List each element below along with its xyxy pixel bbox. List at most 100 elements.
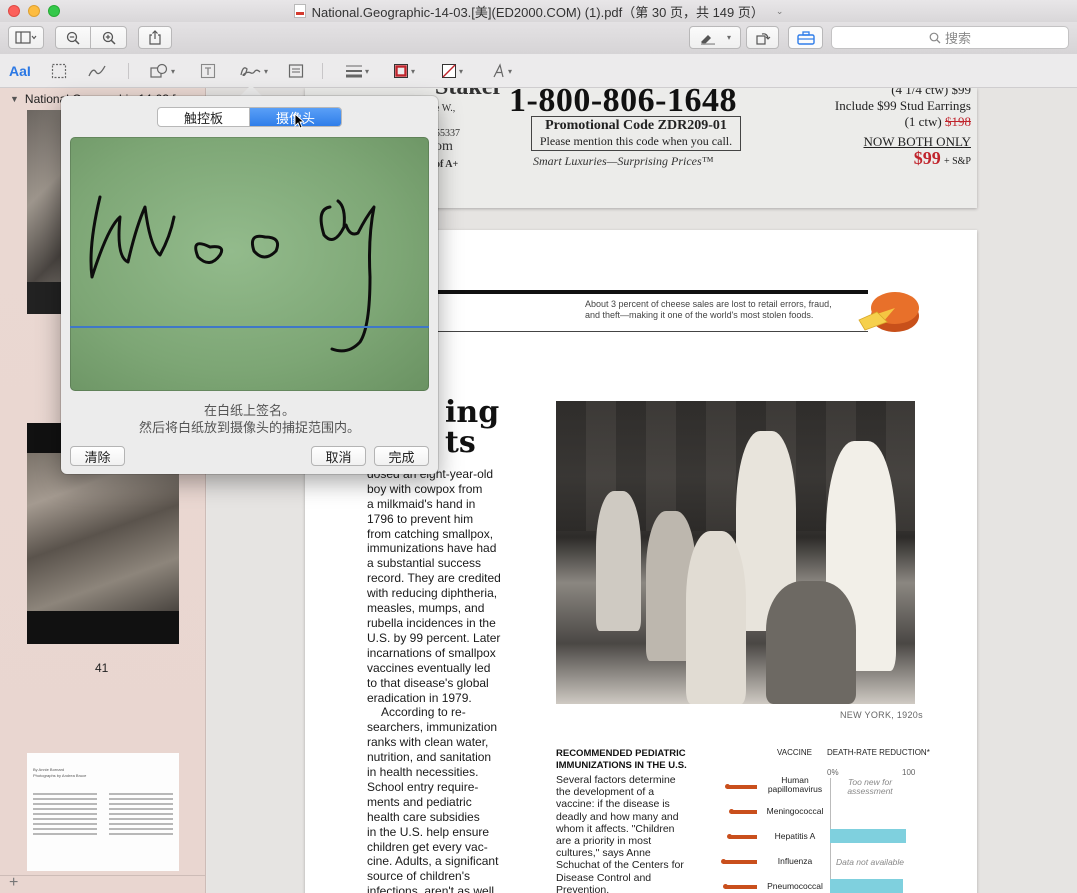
sidebar-icon <box>15 31 37 44</box>
divider-rule <box>438 331 868 332</box>
signature-tool[interactable]: ▾ <box>238 62 268 80</box>
thumbnail-byline: By Annie Bornard <box>33 767 65 772</box>
chevron-down-icon[interactable]: ▾ <box>365 67 369 76</box>
chevron-down-icon[interactable]: ▾ <box>508 67 512 76</box>
chart-title-line: RECOMMENDED PEDIATRIC <box>556 748 686 759</box>
zoom-out-button[interactable] <box>55 26 91 49</box>
window-controls <box>8 5 60 17</box>
thumbnail-photo <box>27 453 179 611</box>
vaccine-row: Influenza Data not available <box>705 853 915 873</box>
text-selection-tool[interactable]: AaI <box>9 62 31 80</box>
vaccine-stem <box>723 859 757 864</box>
ad-left-title: Staker <box>435 88 503 101</box>
instruction-line: 在白纸上签名。 <box>203 403 295 418</box>
chevron-down-icon[interactable]: ▾ <box>264 67 268 76</box>
body-line: children get every vac- <box>367 839 488 854</box>
clear-button[interactable]: 清除 <box>70 446 125 466</box>
headline-line: ing <box>445 395 500 430</box>
body-line: incarnations of smallpox <box>367 645 496 660</box>
chevron-down-icon[interactable]: ▾ <box>727 33 731 42</box>
vaccine-name: Influenza <box>777 856 813 866</box>
note-tool[interactable] <box>288 62 304 80</box>
chevron-down-icon[interactable]: ▾ <box>459 67 463 76</box>
page-thumbnail[interactable]: By Annie Bornard Photographs by Andrea B… <box>27 753 179 871</box>
rect-selection-tool[interactable] <box>51 62 67 80</box>
shapes-tool[interactable]: ▾ <box>149 62 175 80</box>
toolbox-icon <box>796 30 815 45</box>
signature-icon <box>240 67 261 77</box>
vaccine-name: Hepatitis A <box>774 831 816 841</box>
zoom-window-button[interactable] <box>48 5 60 17</box>
body-line: immunizations have had <box>367 541 497 556</box>
line-style-tool[interactable]: ▾ <box>345 62 369 80</box>
ad-right-line: NOW BOTH ONLY <box>863 134 971 149</box>
add-icon[interactable]: + <box>9 874 18 892</box>
chevron-down-icon[interactable]: ⌄ <box>776 6 784 17</box>
font-icon <box>493 63 504 78</box>
vaccine-row: Pneumococcal <box>705 878 915 893</box>
rotate-button[interactable] <box>746 26 779 49</box>
toolbar-divider <box>128 63 129 79</box>
rect-selection-icon <box>51 63 67 79</box>
done-button[interactable]: 完成 <box>374 446 429 466</box>
share-button[interactable] <box>138 26 172 49</box>
mouse-cursor-icon <box>294 113 304 129</box>
title-bar: National.Geographic-14-03.[美](ED2000.COM… <box>0 0 1077 22</box>
body-line: U.S. by 99 percent. Later <box>367 630 501 645</box>
window-title-group[interactable]: National.Geographic-14-03.[美](ED2000.COM… <box>293 2 784 21</box>
tab-trackpad[interactable]: 触控板 <box>158 108 249 126</box>
body-line: health care subsidies <box>367 809 480 824</box>
body-line: searchers, immunization <box>367 720 498 735</box>
highlighter-icon <box>700 34 715 45</box>
disclosure-triangle-icon[interactable]: ▼ <box>10 94 19 106</box>
highlight-button[interactable]: ▾ <box>689 26 741 49</box>
body-line: in the U.S. help ensure <box>367 824 490 839</box>
ad-promo-note: Please mention this code when you call. <box>539 134 733 148</box>
ad-strike-price: $198 <box>945 114 971 129</box>
chart-title: RECOMMENDED PEDIATRIC IMMUNIZATIONS IN T… <box>556 748 687 772</box>
shapes-icon <box>150 63 168 78</box>
body-line: rubella incidences in the <box>367 615 496 630</box>
historic-photo <box>556 401 915 704</box>
body-line: record. They are credited <box>367 571 501 586</box>
death-rate-bar <box>830 829 906 843</box>
death-rate-bar <box>830 879 903 893</box>
body-line: with reducing diphtheria, <box>367 586 498 601</box>
text-box-icon <box>200 63 216 79</box>
search-field[interactable]: 搜索 <box>831 26 1069 49</box>
article-headline: ing ts <box>445 398 499 458</box>
chevron-down-icon[interactable]: ▾ <box>171 67 175 76</box>
sidebar-toggle-button[interactable] <box>8 26 44 49</box>
text-style-tool[interactable]: ▾ <box>492 62 512 80</box>
text-box-tool[interactable] <box>200 62 216 80</box>
vaccine-stem <box>725 884 757 889</box>
minimize-window-button[interactable] <box>28 5 40 17</box>
sidebar-footer: + <box>0 874 206 893</box>
body-line: from catching smallpox, <box>367 526 494 541</box>
search-placeholder: 搜索 <box>944 31 971 46</box>
ad-right-text: (4 1/4 ctw) $99 Include $99 Stud Earring… <box>775 88 971 170</box>
cancel-button[interactable]: 取消 <box>311 446 366 466</box>
sketch-icon <box>88 65 106 77</box>
markup-toolbar-button[interactable] <box>788 26 823 49</box>
cheese-note: About 3 percent of cheese sales are lost… <box>585 299 832 320</box>
cheese-illustration <box>858 292 919 332</box>
vaccine-note: Data not available <box>835 857 905 867</box>
sketch-tool[interactable] <box>87 62 107 80</box>
border-color-tool[interactable]: ▾ <box>393 62 415 80</box>
signature-source-tabs: 触控板 摄像头 <box>157 107 342 127</box>
ad-right-line: (1 ctw) $198 <box>775 114 971 130</box>
zoom-in-button[interactable] <box>90 26 127 49</box>
body-line: source of children's <box>367 869 471 884</box>
body-line: to that disease's global <box>367 675 489 690</box>
chart-description: Several factors determine the developmen… <box>556 774 684 893</box>
ad-left-line: e W., <box>435 103 456 114</box>
ad-left-text: Staker e W., 55337 om of A+ <box>435 88 503 170</box>
fill-color-tool[interactable]: ▾ <box>441 62 463 80</box>
body-line: a milkmaid's hand in <box>367 496 476 511</box>
chevron-down-icon[interactable]: ▾ <box>411 67 415 76</box>
close-window-button[interactable] <box>8 5 20 17</box>
ad-price: $99 <box>913 148 941 168</box>
toolbar-divider <box>322 63 323 79</box>
camera-preview <box>70 137 429 391</box>
